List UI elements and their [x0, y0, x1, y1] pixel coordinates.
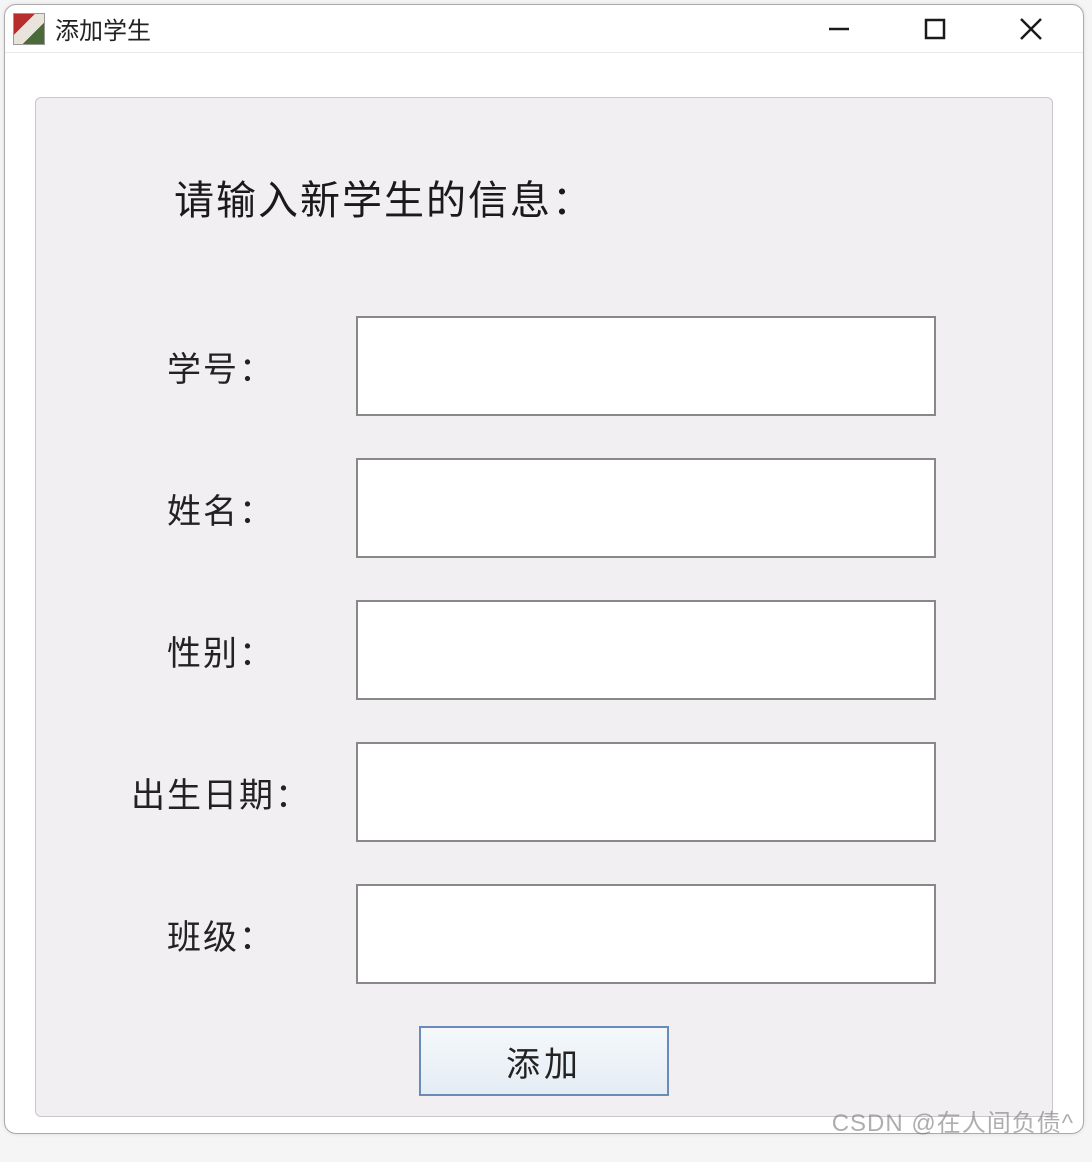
titlebar: 添加学生	[5, 5, 1083, 53]
label-name: 姓名：	[96, 484, 346, 533]
add-button[interactable]: 添加	[419, 1026, 669, 1096]
input-class[interactable]	[356, 884, 936, 984]
minimize-button[interactable]	[815, 9, 863, 49]
input-name[interactable]	[356, 458, 936, 558]
minimize-icon	[825, 15, 853, 43]
row-student-id: 学号：	[96, 316, 992, 416]
row-birthdate: 出生日期：	[96, 742, 992, 842]
app-window: 添加学生 请输入新学生的信息： 学号： 姓名： 性别：	[4, 4, 1084, 1134]
input-student-id[interactable]	[356, 316, 936, 416]
window-title: 添加学生	[55, 11, 815, 46]
button-row: 添加	[96, 1026, 992, 1096]
content-panel: 请输入新学生的信息： 学号： 姓名： 性别： 出生日期： 班级： 添加	[35, 97, 1053, 1117]
row-gender: 性别：	[96, 600, 992, 700]
label-student-id: 学号：	[96, 342, 346, 391]
label-gender: 性别：	[96, 626, 346, 675]
label-class: 班级：	[96, 910, 346, 959]
row-name: 姓名：	[96, 458, 992, 558]
row-class: 班级：	[96, 884, 992, 984]
maximize-button[interactable]	[911, 9, 959, 49]
form-heading: 请输入新学生的信息：	[174, 168, 992, 226]
app-icon	[13, 13, 45, 45]
input-birthdate[interactable]	[356, 742, 936, 842]
maximize-icon	[923, 17, 947, 41]
close-button[interactable]	[1007, 9, 1055, 49]
window-controls	[815, 9, 1055, 49]
label-birthdate: 出生日期：	[96, 768, 346, 817]
input-gender[interactable]	[356, 600, 936, 700]
close-icon	[1016, 14, 1046, 44]
